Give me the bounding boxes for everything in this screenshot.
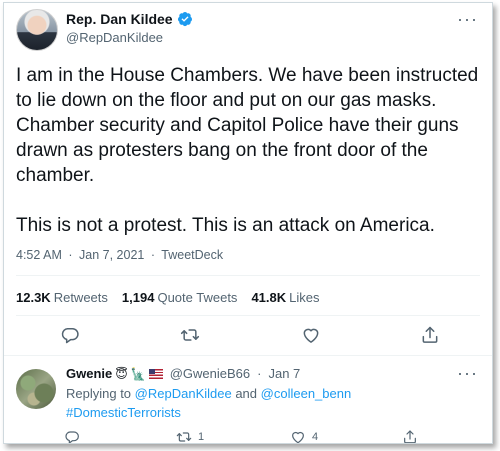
reply-separator: · — [257, 366, 262, 381]
more-options-icon[interactable]: ··· — [457, 9, 478, 30]
retweets-label: Retweets — [53, 290, 108, 305]
replying-prefix: Replying to — [66, 386, 132, 401]
reply-like-button[interactable]: 4 — [290, 429, 319, 443]
like-count: 4 — [312, 431, 319, 443]
reply-author-name[interactable]: Gwenie — [66, 366, 112, 381]
likes-count: 41.8K — [251, 290, 287, 305]
reply-author-avatar[interactable] — [16, 369, 56, 409]
retweet-count: 1 — [198, 431, 205, 443]
retweet-icon[interactable] — [180, 325, 202, 347]
replying-to-line: Replying to @RepDanKildee and @colleen_b… — [66, 386, 351, 401]
likes-label: Likes — [289, 290, 320, 305]
reply-share-button[interactable] — [402, 429, 418, 443]
reply-action-bar: 1 4 — [4, 429, 492, 443]
reply-retweet-button[interactable]: 1 — [176, 429, 205, 443]
tweet-source[interactable]: TweetDeck — [161, 248, 223, 262]
heart-icon[interactable] — [301, 325, 323, 347]
retweet-icon — [176, 429, 192, 443]
tweet-text: I am in the House Chambers. We have been… — [16, 65, 479, 236]
divider — [16, 315, 480, 316]
verified-badge-icon — [177, 11, 193, 27]
quotes-label: Quote Tweets — [157, 290, 238, 305]
tweet-meta: 4:52 AM · Jan 7, 2021 · TweetDeck — [16, 248, 226, 262]
divider — [16, 275, 480, 276]
reply-author-handle[interactable]: @GwenieB66 — [170, 366, 250, 381]
hashtag-link[interactable]: #DomesticTerrorists — [66, 405, 181, 420]
author-handle[interactable]: @RepDanKildee — [66, 30, 163, 45]
share-icon — [402, 429, 418, 443]
tweet-screenshot-frame: Rep. Dan Kildee @RepDanKildee ··· I am i… — [3, 2, 493, 444]
smiling-face-with-halo-icon: 😇 — [115, 366, 128, 381]
retweets-stat[interactable]: 12.3K Retweets — [16, 290, 108, 305]
statue-of-liberty-icon: 🗽 — [130, 366, 146, 381]
reply-icon — [64, 429, 80, 443]
replying-user-link[interactable]: @RepDanKildee — [135, 386, 232, 401]
reply-author-line: Gwenie 😇 🗽 @GwenieB66 · Jan 7 — [66, 366, 300, 381]
meta-separator: · — [68, 248, 73, 262]
tweet-time[interactable]: 4:52 AM — [16, 248, 62, 262]
author-name[interactable]: Rep. Dan Kildee — [66, 11, 173, 27]
author-avatar[interactable] — [16, 9, 58, 51]
retweets-count: 12.3K — [16, 290, 51, 305]
quote-tweets-stat[interactable]: 1,194 Quote Tweets — [122, 290, 238, 305]
tweet-action-bar — [4, 325, 492, 349]
replying-user-link[interactable]: @colleen_benn — [261, 386, 352, 401]
share-icon[interactable] — [420, 325, 442, 347]
meta-separator: · — [150, 248, 156, 262]
reply-reply-button[interactable] — [64, 429, 80, 443]
tweet-date[interactable]: Jan 7, 2021 — [79, 248, 144, 262]
replying-and: and — [235, 386, 258, 401]
divider — [4, 355, 492, 356]
likes-stat[interactable]: 41.8K Likes — [251, 290, 319, 305]
reply-date[interactable]: Jan 7 — [268, 366, 300, 381]
reply-more-options-icon[interactable]: ··· — [457, 363, 478, 384]
author-name-line: Rep. Dan Kildee — [66, 11, 193, 27]
quotes-count: 1,194 — [121, 290, 155, 305]
tweet-stats: 12.3K Retweets 1,194 Quote Tweets 41.8K Lik… — [16, 290, 320, 305]
heart-icon — [290, 429, 306, 443]
us-flag-icon — [148, 368, 163, 379]
reply-icon[interactable] — [60, 325, 82, 347]
reply-tweet[interactable]: Gwenie 😇 🗽 @GwenieB66 · Jan 7 ··· Replyi… — [4, 359, 492, 443]
